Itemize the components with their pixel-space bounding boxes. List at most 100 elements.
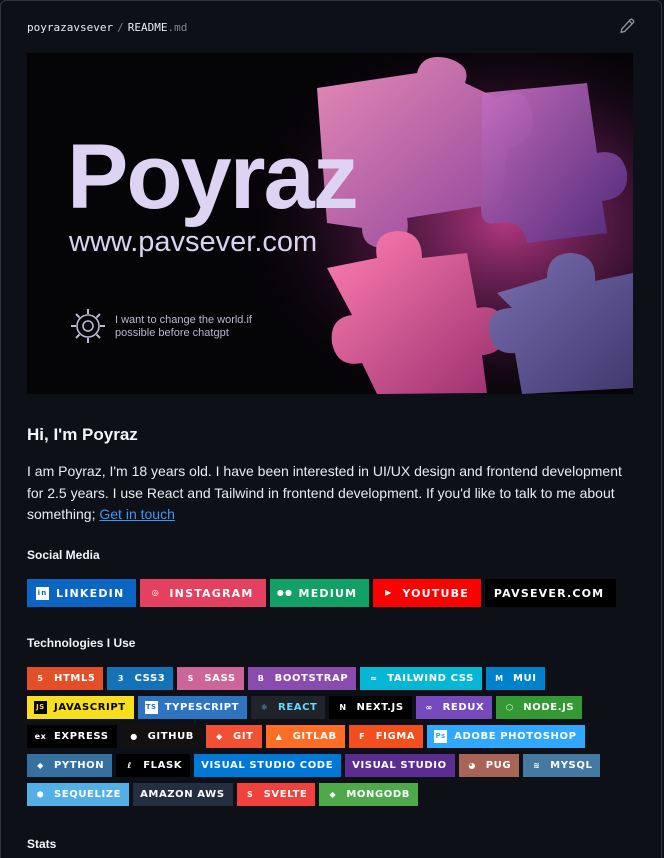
github-icon: ● xyxy=(130,731,138,741)
badge-label: PAVSEVER.COM xyxy=(493,586,605,600)
html5-icon: 5 xyxy=(37,673,44,683)
mui-icon: M xyxy=(495,673,504,683)
badge-node-js[interactable]: ⬡ NODE.JS xyxy=(496,696,583,719)
badge-medium[interactable]: ●● MEDIUM xyxy=(269,579,370,607)
badge-label: CSS3 xyxy=(134,673,166,684)
mongodb-icon: ◆ xyxy=(329,789,337,799)
typescript-icon: TS xyxy=(144,701,158,714)
badge-label: LINKEDIN xyxy=(56,586,125,600)
badge-label: GIT xyxy=(233,731,254,742)
badge-label: TAILWIND CSS xyxy=(387,673,474,684)
badge-github[interactable]: ● GITHUB xyxy=(120,725,203,748)
badge-label: BOOTSTRAP xyxy=(274,673,349,684)
badge-mongodb[interactable]: ◆ MONGODB xyxy=(319,783,419,806)
badge-react[interactable]: ⚛ REACT xyxy=(251,696,326,719)
path-separator: / xyxy=(117,20,124,34)
badge-mui[interactable]: M MUI xyxy=(485,667,545,690)
badge-flask[interactable]: ℓ FLASK xyxy=(116,754,191,777)
badge-label: HTML5 xyxy=(54,673,96,684)
badge-git[interactable]: ◆ GIT xyxy=(206,725,262,748)
badge-bootstrap[interactable]: B BOOTSTRAP xyxy=(247,667,357,690)
badge-visual-studio-code[interactable]: VISUAL STUDIO CODE xyxy=(194,754,342,777)
badge-label: INSTAGRAM xyxy=(169,586,254,600)
medium-icon: ●● xyxy=(276,588,294,597)
file-extension: .md xyxy=(167,20,188,34)
badge-redux[interactable]: ∞ REDUX xyxy=(415,696,493,719)
banner-tagline-1: I want to change the world.if xyxy=(115,314,253,326)
badge-label: JAVASCRIPT xyxy=(54,702,126,713)
youtube-icon: ▶ xyxy=(385,588,393,597)
intro-paragraph: I am Poyraz, I'm 18 years old. I have be… xyxy=(27,461,627,526)
mysql-icon: ≋ xyxy=(533,760,541,770)
badge-label: MONGODB xyxy=(346,789,411,800)
badge-label: MEDIUM xyxy=(298,586,358,600)
banner-url: www.pavsever.com xyxy=(68,226,317,258)
badge-label: PUG xyxy=(485,760,512,771)
sass-icon: S xyxy=(187,673,195,683)
badge-label: NODE.JS xyxy=(523,702,575,713)
badge-express[interactable]: ex EXPRESS xyxy=(27,725,117,748)
badge-python[interactable]: ◆ PYTHON xyxy=(27,754,113,777)
badge-label: YOUTUBE xyxy=(402,586,469,600)
pug-icon: ◕ xyxy=(468,760,476,770)
badge-label: AMAZON AWS xyxy=(140,789,225,800)
get-in-touch-link[interactable]: Get in touch xyxy=(99,506,175,522)
react-icon: ⚛ xyxy=(260,702,269,712)
badge-typescript[interactable]: TS TYPESCRIPT xyxy=(137,696,248,719)
badge-adobe-photoshop[interactable]: Ps ADOBE PHOTOSHOP xyxy=(427,725,585,748)
stats-heading: Stats xyxy=(27,837,57,851)
badge-label: REACT xyxy=(278,702,318,713)
badge-label: FLASK xyxy=(143,760,183,771)
badge-label: FIGMA xyxy=(375,731,416,742)
figma-icon: F xyxy=(359,731,366,741)
badge-javascript[interactable]: JS JAVASCRIPT xyxy=(27,696,134,719)
sequelize-icon: ⬢ xyxy=(36,789,45,799)
badge-figma[interactable]: F FIGMA xyxy=(348,725,424,748)
badge-sass[interactable]: S SASS xyxy=(177,667,244,690)
social-badges: in LINKEDIN ◎ INSTAGRAM ●● MEDIUM ▶ YOUTUBE PAVS… xyxy=(27,579,617,607)
badge-label: GITHUB xyxy=(147,731,195,742)
badge-label: MUI xyxy=(512,673,537,684)
css3-icon: 3 xyxy=(117,673,125,683)
badge-next-js[interactable]: N NEXT.JS xyxy=(329,696,412,719)
git-icon: ◆ xyxy=(216,731,223,741)
badge-label: VISUAL STUDIO xyxy=(352,760,447,771)
badge-css3[interactable]: 3 CSS3 xyxy=(107,667,174,690)
pencil-icon[interactable] xyxy=(619,18,635,34)
badge-label: SEQUELIZE xyxy=(54,789,122,800)
badge-label: VISUAL STUDIO CODE xyxy=(201,760,334,771)
svelte-icon: S xyxy=(246,789,254,799)
redux-icon: ∞ xyxy=(425,702,433,712)
badge-pug[interactable]: ◕ PUG xyxy=(458,754,520,777)
badge-sequelize[interactable]: ⬢ SEQUELIZE xyxy=(27,783,130,806)
javascript-icon: JS xyxy=(34,701,47,714)
repo-owner-link[interactable]: poyrazavsever xyxy=(27,21,113,34)
gitlab-icon: ▲ xyxy=(275,731,283,741)
social-heading: Social Media xyxy=(27,548,100,562)
badge-linkedin[interactable]: in LINKEDIN xyxy=(27,579,137,607)
badge-pavsever-com[interactable]: PAVSEVER.COM xyxy=(484,579,617,607)
badge-youtube[interactable]: ▶ YOUTUBE xyxy=(373,579,481,607)
badge-mysql[interactable]: ≋ MYSQL xyxy=(523,754,601,777)
badge-amazon-aws[interactable]: AMAZON AWS xyxy=(133,783,233,806)
nextjs-icon: N xyxy=(339,702,347,712)
badge-svelte[interactable]: S SVELTE xyxy=(236,783,316,806)
badge-label: MYSQL xyxy=(550,760,593,771)
badge-label: EXPRESS xyxy=(54,731,109,742)
badge-tailwind-css[interactable]: ≈ TAILWIND CSS xyxy=(360,667,482,690)
badge-label: SASS xyxy=(204,673,236,684)
tailwind-icon: ≈ xyxy=(370,673,378,683)
badge-instagram[interactable]: ◎ INSTAGRAM xyxy=(140,579,266,607)
tech-heading: Technologies I Use xyxy=(27,636,136,650)
banner-tagline-2: possible before chatgpt xyxy=(115,327,229,339)
badge-label: TYPESCRIPT xyxy=(164,702,240,713)
badge-visual-studio[interactable]: VISUAL STUDIO xyxy=(345,754,455,777)
badge-gitlab[interactable]: ▲ GITLAB xyxy=(265,725,345,748)
intro-heading: Hi, I'm Poyraz xyxy=(27,425,138,444)
tech-row: JS JAVASCRIPT TS TYPESCRIPT ⚛ REACT N NEXT.JS ∞ R… xyxy=(27,696,583,719)
badge-label: REDUX xyxy=(442,702,485,713)
badge-label: ADOBE PHOTOSHOP xyxy=(454,731,577,742)
badge-label: PYTHON xyxy=(54,760,105,771)
flask-icon: ℓ xyxy=(127,760,132,770)
badge-html5[interactable]: 5 HTML5 xyxy=(27,667,104,690)
